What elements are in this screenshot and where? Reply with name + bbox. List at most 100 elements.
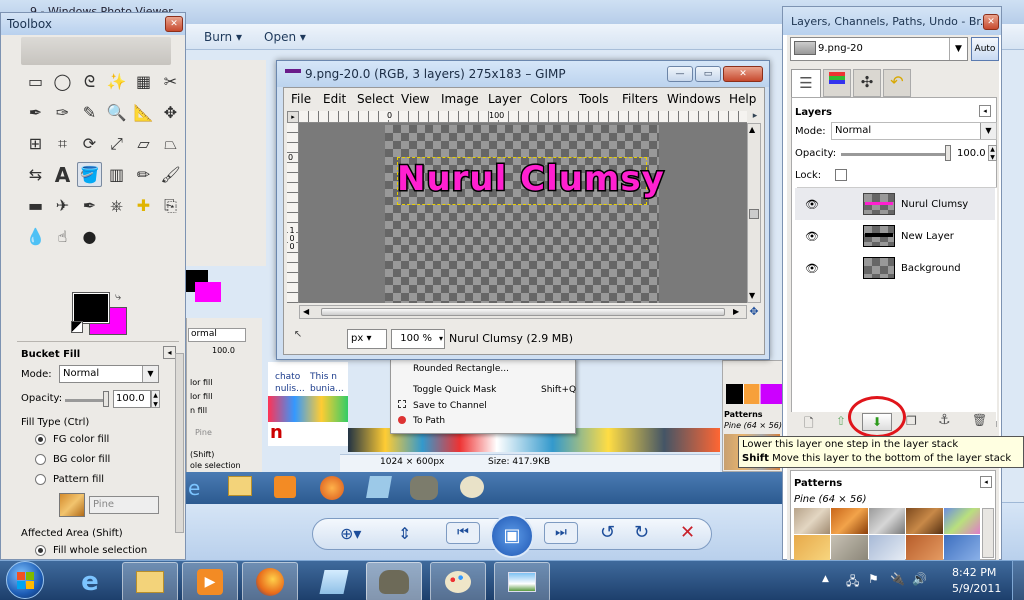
ruler-corner[interactable]: ▸	[287, 111, 299, 123]
shear-icon[interactable]: ▱	[131, 131, 156, 156]
layers-menu-icon[interactable]: ◂	[979, 105, 991, 117]
bg-fill-radio[interactable]	[35, 454, 46, 465]
taskbar-photo-viewer-icon[interactable]	[494, 562, 550, 600]
zoom-icon[interactable]: ⊕▾	[340, 524, 361, 543]
delete-icon[interactable]: ✕	[680, 522, 695, 543]
scissors-icon[interactable]: ✂	[158, 69, 183, 94]
pattern-fill-radio[interactable]	[35, 474, 46, 485]
duplicate-layer-icon[interactable]: ❐	[906, 414, 917, 428]
lock-alpha-checkbox[interactable]	[835, 169, 847, 181]
zoom-toggle-icon[interactable]	[749, 209, 759, 219]
patterns-scrollbar[interactable]	[982, 508, 994, 558]
bucket-opacity-input[interactable]: 100.0	[113, 390, 151, 408]
foreground-color[interactable]	[72, 292, 110, 324]
flip-icon[interactable]: ⇆	[23, 162, 48, 187]
layer-row[interactable]: 👁 Background	[795, 252, 995, 284]
eye-icon[interactable]: 👁	[805, 198, 819, 211]
tab-layers[interactable]: ☰	[791, 69, 821, 97]
smudge-icon[interactable]: ☝	[50, 224, 75, 249]
rotate-right-icon[interactable]: ↻	[634, 522, 649, 543]
pointer-button[interactable]: ↖	[291, 329, 305, 343]
raise-layer-icon[interactable]: ⇧	[836, 414, 846, 428]
start-button[interactable]	[6, 561, 44, 599]
taskbar-media-player-icon[interactable]: ▶	[182, 562, 238, 600]
pattern-tile[interactable]	[794, 508, 831, 534]
paths-icon[interactable]: ✑	[50, 100, 75, 125]
patterns-menu-icon[interactable]: ◂	[980, 476, 992, 488]
rotate-icon[interactable]: ⟳	[77, 131, 102, 156]
auto-button[interactable]: Auto	[971, 37, 999, 61]
pattern-grid[interactable]	[794, 508, 980, 560]
menu-to-path[interactable]: To Path	[413, 416, 445, 426]
tray-power-icon[interactable]: 🔌	[890, 572, 905, 586]
free-select-icon[interactable]: ᘓ	[77, 69, 102, 94]
layer-name[interactable]: New Layer	[901, 231, 954, 242]
menu-filters[interactable]: Filters	[622, 88, 658, 110]
open-menu[interactable]: Open ▾	[264, 30, 306, 44]
scroll-right-icon[interactable]: ▶	[733, 307, 739, 316]
move-icon[interactable]: ✥	[158, 100, 183, 125]
select-by-color-icon[interactable]: ▦	[131, 69, 156, 94]
clock-time[interactable]: 8:42 PM	[952, 566, 996, 579]
heal-icon[interactable]: ✚	[131, 193, 156, 218]
measure-icon[interactable]: 📐	[131, 100, 156, 125]
gimp-minimize-button[interactable]: —	[667, 66, 693, 82]
pattern-tile[interactable]	[943, 508, 980, 534]
text-icon[interactable]: A	[50, 162, 75, 187]
delete-layer-icon[interactable]: 🗑	[972, 413, 987, 427]
menu-windows[interactable]: Windows	[667, 88, 721, 110]
menu-toggle-quick-mask[interactable]: Toggle Quick Mask	[413, 385, 496, 395]
eraser-icon[interactable]: ▬	[23, 193, 48, 218]
gimp-close-button[interactable]: ✕	[723, 66, 763, 82]
menu-view[interactable]: View	[401, 88, 429, 110]
blend-icon[interactable]: ▥	[104, 162, 129, 187]
fuzzy-select-icon[interactable]: ✨	[104, 69, 129, 94]
pattern-tile[interactable]	[794, 534, 831, 560]
pattern-swatch[interactable]	[59, 493, 85, 517]
rotate-left-icon[interactable]: ↺	[600, 522, 615, 543]
default-colors-icon[interactable]	[71, 321, 83, 333]
menu-help[interactable]: Help	[729, 88, 756, 110]
layer-row[interactable]: 👁 Nurul Clumsy	[795, 188, 995, 220]
toolbox-close-button[interactable]: ✕	[165, 16, 183, 32]
anchor-layer-icon[interactable]: ⚓	[938, 412, 951, 428]
zoom-select[interactable]: 100 % ▾	[391, 329, 445, 349]
layer-opacity-handle[interactable]	[945, 145, 951, 161]
taskbar-explorer-icon[interactable]	[122, 562, 178, 600]
pattern-tile[interactable]	[906, 534, 943, 560]
pattern-tile[interactable]	[943, 534, 980, 560]
tab-channels[interactable]	[823, 69, 851, 97]
tray-volume-icon[interactable]: 🔊	[912, 572, 927, 586]
dodge-burn-icon[interactable]: ●	[77, 224, 102, 249]
clone-icon[interactable]: ⎈	[104, 193, 129, 218]
swap-colors-icon[interactable]: ⤷	[115, 290, 121, 304]
fill-whole-selection-radio[interactable]	[35, 545, 46, 556]
tab-undo[interactable]: ↶	[883, 69, 911, 97]
layer-opacity-value[interactable]: 100.0	[957, 148, 986, 159]
new-layer-icon[interactable]: 🗋	[804, 414, 814, 435]
pattern-tile[interactable]	[831, 508, 868, 534]
pattern-tile[interactable]	[868, 534, 906, 560]
scroll-left-icon[interactable]: ◀	[303, 307, 309, 316]
crop-icon[interactable]: ⌗	[50, 131, 75, 156]
layer-name[interactable]: Background	[901, 263, 961, 274]
menu-tools[interactable]: Tools	[579, 88, 609, 110]
layer-mode-select[interactable]: Normal ▼	[831, 122, 997, 140]
align-icon[interactable]: ⊞	[23, 131, 48, 156]
scroll-down-icon[interactable]: ▼	[749, 291, 755, 300]
menu-select[interactable]: Select	[357, 88, 394, 110]
tab-paths[interactable]: ✣	[853, 69, 881, 97]
layer-row[interactable]: 👁 New Layer	[795, 220, 995, 252]
fg-fill-radio[interactable]	[35, 434, 46, 445]
taskbar-ie-icon[interactable]: e	[62, 562, 118, 600]
show-desktop-button[interactable]	[1012, 561, 1024, 600]
ink-icon[interactable]: ✒	[77, 193, 102, 218]
toolbox-scrollbar[interactable]	[175, 353, 184, 533]
blur-icon[interactable]: 💧	[23, 224, 48, 249]
menu-edit[interactable]: Edit	[323, 88, 346, 110]
pattern-tile[interactable]	[831, 534, 868, 560]
perspective-clone-icon[interactable]: ⎘	[158, 193, 183, 218]
menu-image[interactable]: Image	[441, 88, 479, 110]
paintbrush-icon[interactable]: 🖌	[158, 162, 183, 187]
bucket-opacity-handle[interactable]	[103, 391, 109, 407]
